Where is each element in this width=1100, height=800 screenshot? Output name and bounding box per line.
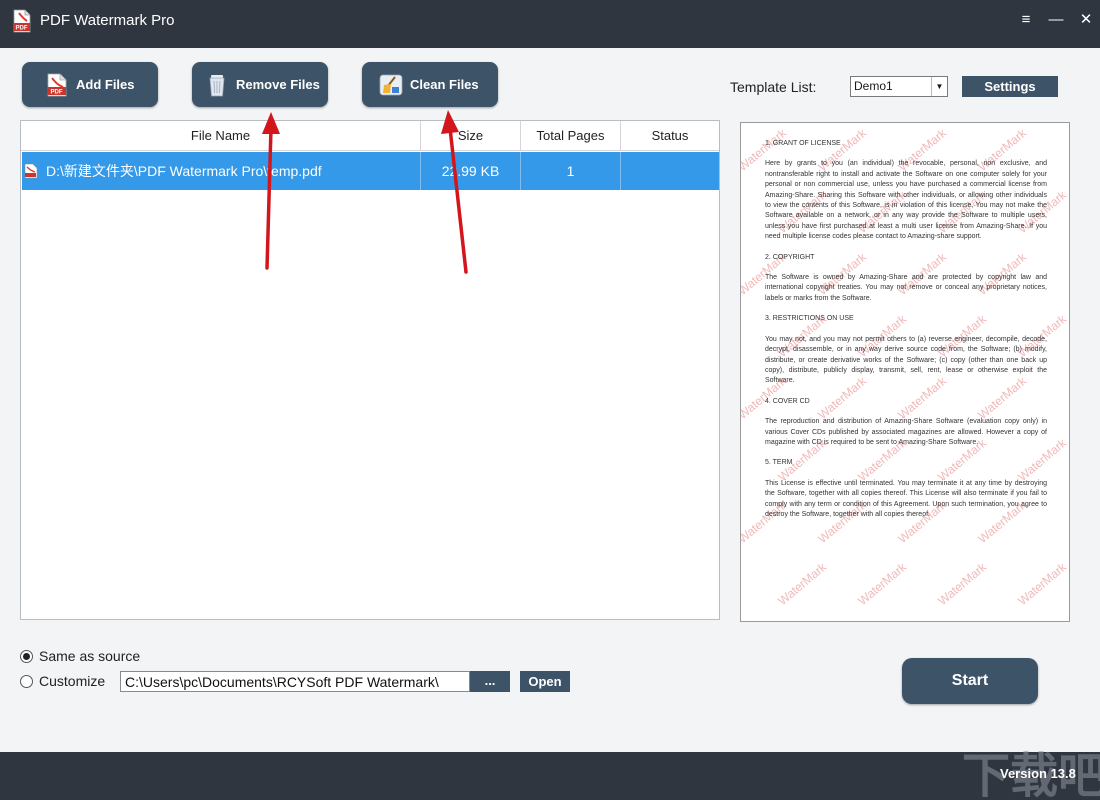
- cell-size: 22.99 KB: [421, 152, 521, 190]
- add-files-button[interactable]: PDF Add Files: [22, 62, 158, 107]
- settings-button[interactable]: Settings: [962, 76, 1058, 97]
- add-files-label: Add Files: [76, 77, 135, 92]
- table-header: File Name Size Total Pages Status: [21, 121, 719, 151]
- template-select[interactable]: Demo1 ▼: [850, 76, 948, 97]
- watermark-text: WaterMark: [1015, 559, 1069, 609]
- title-bar: PDF PDF Watermark Pro ≡ — ✕: [0, 0, 1100, 48]
- pdf-file-icon: [24, 163, 38, 179]
- watermark-text: WaterMark: [855, 559, 909, 609]
- same-as-source-radio[interactable]: [20, 650, 33, 663]
- preview-document-text: 1. GRANT OF LICENSE Here by grants to yo…: [765, 139, 1047, 530]
- footer-bar: [0, 752, 1100, 800]
- cell-status: [621, 152, 719, 190]
- section-heading: 4. COVER CD: [765, 397, 810, 405]
- template-list-label: Template List:: [730, 79, 817, 95]
- preview-section: 1. GRANT OF LICENSE Here by grants to yo…: [765, 139, 1047, 243]
- version-label: Version 13.8: [1000, 766, 1076, 781]
- section-heading: 2. COPYRIGHT: [765, 253, 815, 261]
- section-body: You may not, and you may not permit othe…: [765, 335, 1047, 385]
- column-header-file-name[interactable]: File Name: [21, 121, 421, 151]
- section-body: The reproduction and distribution of Ama…: [765, 418, 1047, 446]
- preview-section: 4. COVER CD The reproduction and distrib…: [765, 397, 1047, 449]
- template-selected-value: Demo1: [854, 79, 893, 93]
- cell-total-pages: 1: [521, 152, 621, 190]
- pdf-file-icon: PDF: [47, 73, 67, 96]
- file-table: File Name Size Total Pages Status D:\新建文…: [20, 120, 720, 620]
- minimize-icon[interactable]: —: [1046, 10, 1066, 30]
- broom-icon: [379, 74, 403, 95]
- section-heading: 5. TERM: [765, 459, 793, 467]
- open-button[interactable]: Open: [520, 671, 570, 692]
- section-heading: 3. RESTRICTIONS ON USE: [765, 315, 854, 323]
- document-preview: WaterMark WaterMark WaterMark WaterMark Wate…: [740, 122, 1070, 622]
- file-name-text: D:\新建文件夹\PDF Watermark Pro\temp.pdf: [46, 163, 322, 179]
- browse-button[interactable]: ...: [470, 671, 510, 692]
- section-body: This License is effective until terminat…: [765, 479, 1047, 518]
- customize-radio[interactable]: [20, 675, 33, 688]
- start-button[interactable]: Start: [902, 658, 1038, 704]
- app-icon-text: PDF: [16, 26, 28, 32]
- section-body: Here by grants to you (an individual) th…: [765, 160, 1047, 241]
- close-icon[interactable]: ✕: [1076, 10, 1096, 30]
- clean-files-button[interactable]: Clean Files: [362, 62, 498, 107]
- column-header-size[interactable]: Size: [421, 121, 521, 151]
- menu-icon[interactable]: ≡: [1016, 10, 1036, 30]
- remove-files-button[interactable]: Remove Files: [192, 62, 328, 107]
- cell-file-name: D:\新建文件夹\PDF Watermark Pro\temp.pdf: [22, 152, 421, 190]
- column-header-total-pages[interactable]: Total Pages: [521, 121, 621, 151]
- preview-section: 3. RESTRICTIONS ON USE You may not, and …: [765, 314, 1047, 386]
- add-icon-text: PDF: [51, 89, 63, 95]
- pdf-app-icon: PDF: [13, 9, 31, 33]
- clean-files-label: Clean Files: [410, 77, 479, 92]
- remove-files-label: Remove Files: [236, 77, 320, 92]
- section-body: The Software is owned by Amazing-Share a…: [765, 274, 1047, 302]
- output-path-input[interactable]: [120, 671, 470, 692]
- dropdown-arrow-icon[interactable]: ▼: [931, 77, 947, 96]
- same-as-source-label[interactable]: Same as source: [39, 648, 140, 664]
- section-heading: 1. GRANT OF LICENSE: [765, 140, 841, 147]
- customize-label[interactable]: Customize: [39, 673, 105, 689]
- app-title: PDF Watermark Pro: [40, 12, 175, 29]
- watermark-text: WaterMark: [775, 559, 829, 609]
- trash-can-icon: [209, 74, 225, 96]
- watermark-text: WaterMark: [935, 559, 989, 609]
- column-header-status[interactable]: Status: [621, 121, 719, 151]
- table-row[interactable]: D:\新建文件夹\PDF Watermark Pro\temp.pdf 22.9…: [22, 152, 719, 190]
- preview-section: 2. COPYRIGHT The Software is owned by Am…: [765, 253, 1047, 305]
- preview-section: 5. TERM This License is effective until …: [765, 458, 1047, 520]
